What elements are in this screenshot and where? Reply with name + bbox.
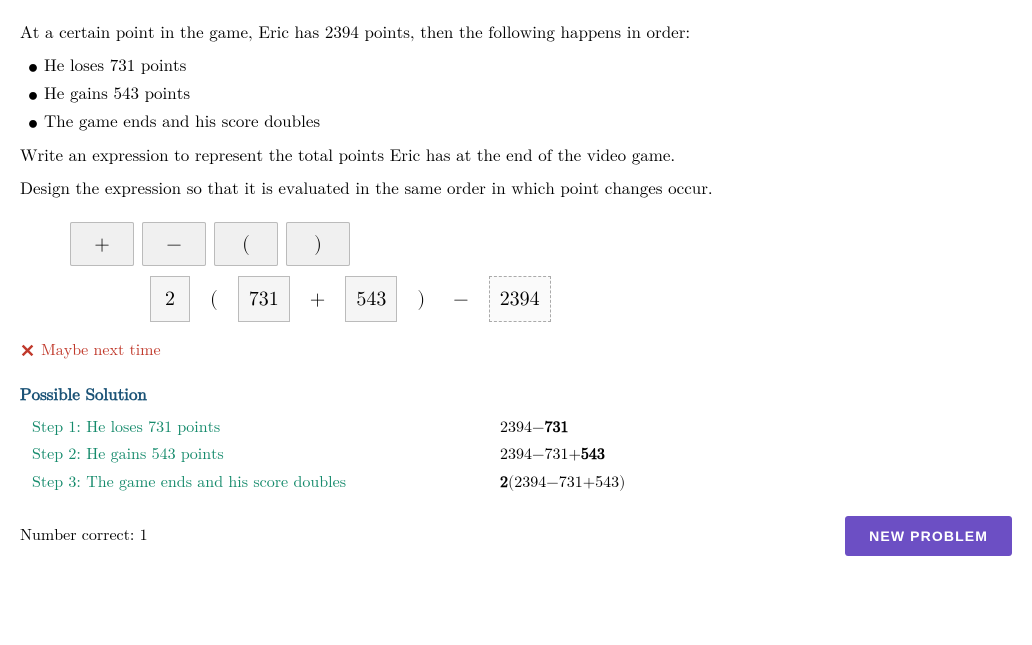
problem-intro: At a certain point in the game, Eric has… <box>20 20 1012 47</box>
expr-token-7: 2394 <box>489 276 551 322</box>
bullet-text-3: The game ends and his score doubles <box>44 109 320 136</box>
solution-step-2-expr: 2394−731+543 <box>500 443 605 469</box>
number-correct-value: 1 <box>140 528 148 544</box>
instruction-1-text: Write an expression to represent the tot… <box>20 148 675 165</box>
solution-section: Possible Solution Step 1: He loses 731 p… <box>20 382 1012 496</box>
bullet-item-1: • He loses 731 points <box>28 53 1012 81</box>
solution-row-1: Step 1: He loses 731 points 2394−731 <box>20 416 1012 442</box>
x-icon: ✕ <box>20 338 35 367</box>
bullet-dot-2: • <box>28 81 38 109</box>
solution-step-3-text: Step 3: The game ends and his score doub… <box>20 471 500 497</box>
instruction-1: Write an expression to represent the tot… <box>20 143 1012 170</box>
number-correct-label: Number correct: <box>20 528 134 544</box>
solution-row-2: Step 2: He gains 543 points 2394−731+543 <box>20 443 1012 469</box>
expr-token-2: 731 <box>238 276 290 322</box>
feedback-wrong-label: Maybe next time <box>41 339 161 365</box>
expr-token-6: − <box>445 279 477 319</box>
expression-area: 2 ( 731 + 543 ) − 2394 <box>150 276 1012 322</box>
operator-buttons: + − ( ) <box>70 222 1012 266</box>
feedback-wrong: ✕ Maybe next time <box>20 338 1012 367</box>
solution-step-1-text: Step 1: He loses 731 points <box>20 416 500 442</box>
bullet-text-2: He gains 543 points <box>44 81 190 108</box>
bullet-list: • He loses 731 points • He gains 543 poi… <box>28 53 1012 137</box>
solution-step-3-prefix-bold: 2 <box>500 475 508 491</box>
solution-step-1-bold: 731 <box>544 420 568 436</box>
expr-token-0: 2 <box>150 276 190 322</box>
op-close-paren-button[interactable]: ) <box>286 222 350 266</box>
bullet-item-2: • He gains 543 points <box>28 81 1012 109</box>
intro-text: At a certain point in the game, Eric has… <box>20 25 690 42</box>
bullet-item-3: • The game ends and his score doubles <box>28 109 1012 137</box>
expr-token-3: + <box>302 279 334 319</box>
bullet-text-1: He loses 731 points <box>44 53 186 80</box>
new-problem-button[interactable]: NEW PROBLEM <box>845 516 1012 556</box>
solution-title: Possible Solution <box>20 382 1012 409</box>
instruction-2: Design the expression so that it is eval… <box>20 176 1012 203</box>
solution-step-3-expr: 2(2394−731+543) <box>500 471 625 497</box>
expr-token-4: 543 <box>345 276 397 322</box>
expr-token-1: ( <box>202 279 226 319</box>
number-correct: Number correct: 1 <box>20 524 148 550</box>
solution-step-2-bold: 543 <box>581 447 605 463</box>
solution-row-3: Step 3: The game ends and his score doub… <box>20 471 1012 497</box>
expr-token-5: ) <box>409 279 433 319</box>
solution-step-2-text: Step 2: He gains 543 points <box>20 443 500 469</box>
op-open-paren-button[interactable]: ( <box>214 222 278 266</box>
solution-step-1-expr: 2394−731 <box>500 416 568 442</box>
footer-row: Number correct: 1 NEW PROBLEM <box>20 516 1012 556</box>
instruction-2-text: Design the expression so that it is eval… <box>20 181 713 198</box>
bullet-dot-3: • <box>28 109 38 137</box>
op-minus-button[interactable]: − <box>142 222 206 266</box>
bullet-dot-1: • <box>28 53 38 81</box>
op-plus-button[interactable]: + <box>70 222 134 266</box>
